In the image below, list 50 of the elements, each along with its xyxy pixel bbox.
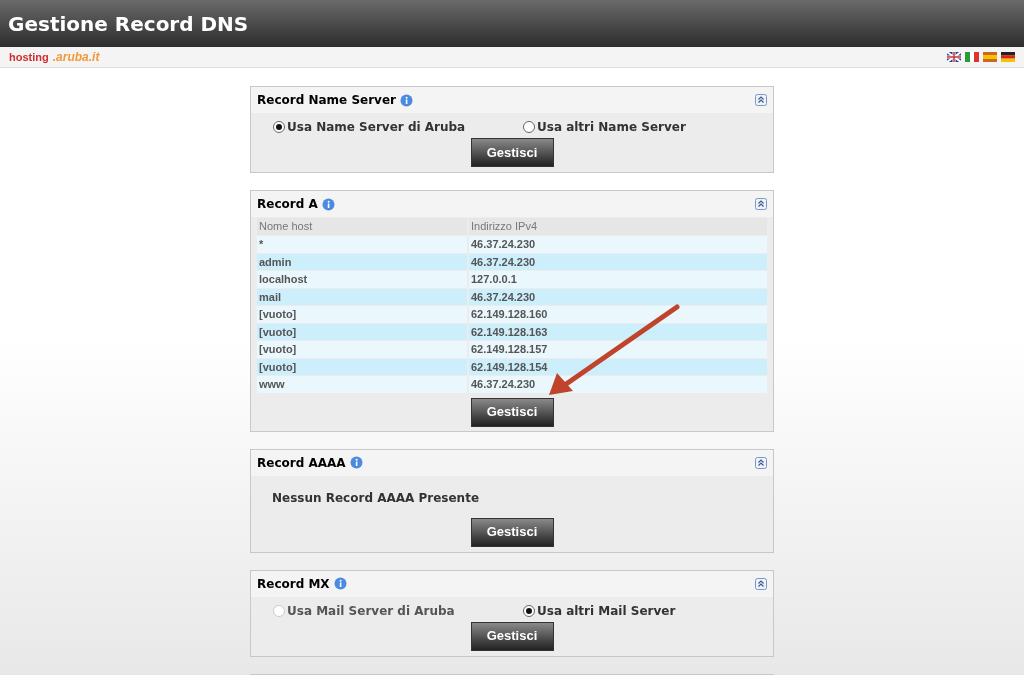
manage-button[interactable]: Gestisci [470, 517, 554, 547]
panel-title: Record A [257, 196, 318, 213]
brand-word: hosting [9, 49, 49, 65]
info-icon[interactable] [321, 197, 335, 211]
radio-label: Usa Name Server di Aruba [287, 119, 466, 136]
collapse-icon[interactable] [755, 198, 767, 210]
manage-button[interactable]: Gestisci [470, 138, 554, 167]
radio-button[interactable] [523, 121, 535, 133]
table-cell: 62.149.128.154 [469, 358, 767, 375]
radio-label: Usa altri Name Server [537, 119, 686, 136]
table-cell: 46.37.24.230 [469, 236, 767, 253]
table-cell: 62.149.128.160 [469, 306, 767, 323]
table-cell: admin [257, 253, 467, 270]
flag-icon[interactable] [965, 52, 979, 62]
collapse-icon[interactable] [755, 577, 767, 590]
table-cell: [vuoto] [257, 306, 467, 323]
radio-button[interactable] [273, 121, 285, 133]
collapse-icon[interactable] [755, 456, 767, 469]
radio-label: Usa altri Mail Server [537, 602, 676, 620]
table-cell: [vuoto] [257, 358, 467, 375]
flag-icon[interactable] [1001, 52, 1015, 62]
table-cell: 62.149.128.163 [469, 323, 767, 340]
table-cell: 46.37.24.230 [469, 288, 767, 305]
radio-label: Usa Mail Server di Aruba [287, 602, 455, 620]
panel-title: Record AAAA [257, 454, 346, 472]
table-cell: 46.37.24.230 [469, 253, 767, 270]
info-icon[interactable] [349, 456, 363, 469]
table-cell: mail [257, 288, 467, 305]
table-cell: 46.37.24.230 [469, 376, 767, 393]
table-cell: localhost [257, 271, 467, 288]
flag-icon[interactable] [947, 52, 961, 62]
panel-title: Record MX [257, 575, 330, 593]
collapse-icon[interactable] [755, 94, 767, 106]
table-cell: [vuoto] [257, 323, 467, 340]
column-header: Indirizzo IPv4 [469, 218, 767, 235]
empty-message: Nessun Record AAAA Presente [272, 490, 480, 505]
manage-button[interactable]: Gestisci [470, 621, 554, 651]
brand-logo: .aruba.it [52, 49, 100, 66]
table-cell: 62.149.128.157 [469, 341, 767, 358]
page-title: Gestione Record DNS [8, 10, 249, 38]
table-cell: 127.0.0.1 [469, 271, 767, 288]
radio-button[interactable] [523, 604, 535, 617]
table-cell: www [257, 376, 467, 393]
manage-button[interactable]: Gestisci [470, 397, 554, 427]
table-cell: * [257, 236, 467, 253]
info-icon[interactable] [333, 577, 347, 590]
info-icon[interactable] [399, 93, 413, 107]
table-cell: [vuoto] [257, 341, 467, 358]
panel-title: Record Name Server [257, 92, 396, 109]
column-header: Nome host [257, 218, 467, 235]
